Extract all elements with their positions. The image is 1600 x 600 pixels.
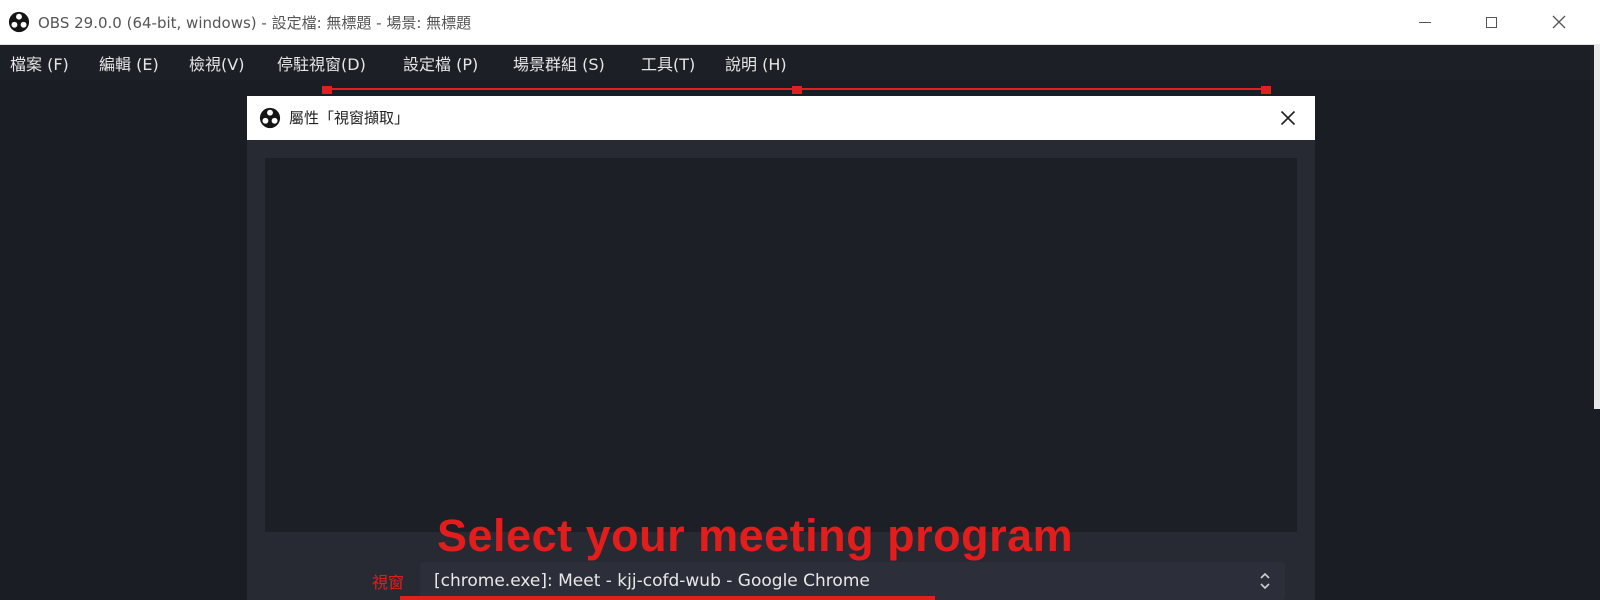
- close-icon: [1280, 110, 1296, 126]
- dialog-close-button[interactable]: [1273, 104, 1303, 132]
- menu-tools[interactable]: 工具(T): [641, 51, 695, 75]
- menu-edit[interactable]: 編輯 (E): [99, 51, 159, 75]
- window-select-dropdown[interactable]: [chrome.exe]: Meet - kjj-cofd-wub - Goog…: [420, 562, 1285, 600]
- menu-docks[interactable]: 停駐視窗(D): [277, 51, 366, 75]
- minimize-icon: [1419, 21, 1431, 23]
- dialog-title-bar[interactable]: 屬性「視窗擷取」: [247, 96, 1315, 140]
- highlight-underline: [400, 596, 935, 600]
- capture-preview: [265, 158, 1297, 532]
- resize-handle[interactable]: [792, 86, 802, 94]
- obs-screen: OBS 29.0.0 (64-bit, windows) - 設定檔: 無標題 …: [0, 0, 1600, 600]
- chevron-up-down-icon: [1260, 572, 1270, 590]
- obs-logo-icon: [8, 11, 30, 33]
- minimize-button[interactable]: [1392, 0, 1458, 44]
- menu-view[interactable]: 檢視(V): [189, 51, 244, 75]
- maximize-button[interactable]: [1458, 0, 1524, 44]
- resize-handle[interactable]: [1261, 86, 1271, 94]
- main-title-bar[interactable]: OBS 29.0.0 (64-bit, windows) - 設定檔: 無標題 …: [0, 0, 1600, 45]
- menu-profile[interactable]: 設定檔 (P): [403, 51, 478, 75]
- menu-bar: 檔案 (F) 編輯 (E) 檢視(V) 停駐視窗(D) 設定檔 (P) 場景群組…: [0, 45, 1600, 80]
- close-window-button[interactable]: [1526, 0, 1592, 44]
- dialog-title: 屬性「視窗擷取」: [289, 109, 410, 127]
- close-icon: [1552, 15, 1566, 29]
- tutorial-annotation: Select your meeting program: [437, 510, 1074, 561]
- window-field-label: 視窗: [372, 573, 405, 592]
- menu-file[interactable]: 檔案 (F): [10, 51, 69, 75]
- obs-logo-icon: [259, 107, 281, 129]
- window-select-value: [chrome.exe]: Meet - kjj-cofd-wub - Goog…: [434, 571, 870, 591]
- menu-scene-collection[interactable]: 場景群組 (S): [513, 51, 605, 75]
- maximize-icon: [1485, 16, 1497, 28]
- resize-handle[interactable]: [322, 86, 332, 94]
- menu-help[interactable]: 說明 (H): [725, 51, 787, 75]
- window-title: OBS 29.0.0 (64-bit, windows) - 設定檔: 無標題 …: [38, 14, 472, 32]
- window-edge: [1594, 44, 1600, 409]
